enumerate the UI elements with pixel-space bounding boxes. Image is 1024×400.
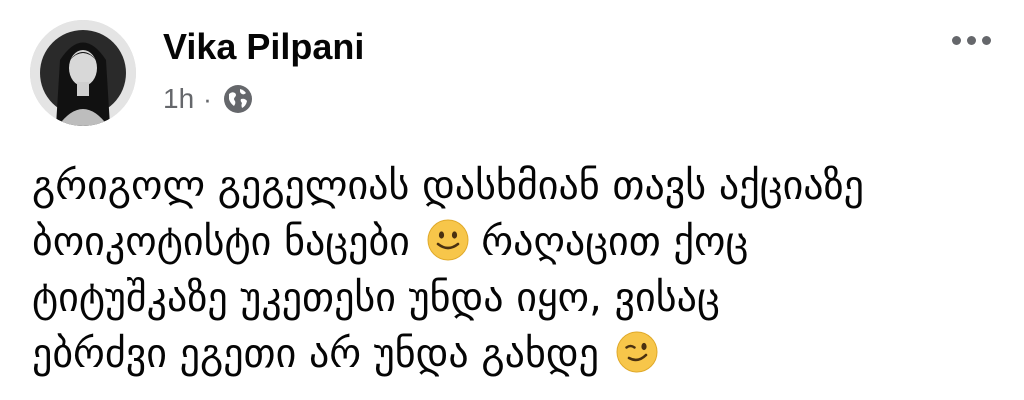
- post-text-segment: ებრძვი ეგეთი არ უნდა გახდე: [32, 331, 599, 377]
- winking-face-icon: [616, 331, 658, 373]
- post-text-line: გრიგოლ გეგელიას დასხმიან თავს აქციაზე: [32, 163, 864, 209]
- more-options-button[interactable]: [936, 20, 1006, 60]
- more-horizontal-icon: [951, 35, 961, 45]
- post-text: გრიგოლ გეგელიას დასხმიან თავს აქციაზე ბო…: [32, 158, 992, 382]
- post-text-segment: ბოიკოტისტი ნაცები: [32, 219, 410, 265]
- slightly-smiling-face-icon: [427, 219, 469, 261]
- post-text-segment: რაღაცით ქოც: [481, 219, 749, 265]
- post-text-line: ტიტუშკაზე უკეთესი უნდა იყო, ვისაც: [32, 275, 720, 321]
- post-card: Vika Pilpani 1h · გრიგოლ გეგელიას დასხმი…: [0, 0, 1024, 400]
- avatar[interactable]: [30, 20, 136, 126]
- post-time[interactable]: 1h: [163, 83, 194, 115]
- post-text-line: ბოიკოტისტი ნაცები რაღაცით ქოც: [32, 214, 992, 270]
- author-name[interactable]: Vika Pilpani: [163, 26, 364, 68]
- meta-separator: ·: [203, 83, 212, 114]
- post-text-line: ებრძვი ეგეთი არ უნდა გახდე: [32, 326, 992, 382]
- profile-photo-icon: [30, 20, 136, 126]
- post-meta: 1h ·: [163, 82, 253, 116]
- globe-icon[interactable]: [223, 84, 253, 114]
